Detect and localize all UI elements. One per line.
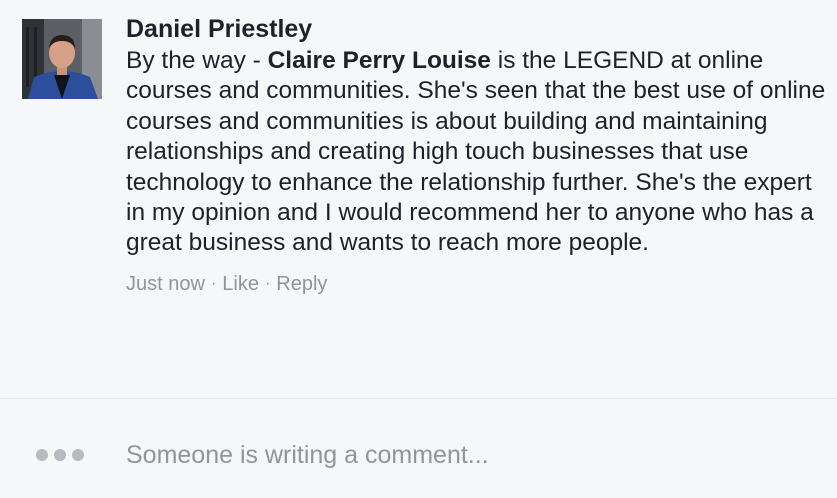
avatar[interactable] bbox=[22, 19, 102, 99]
comment-timestamp[interactable]: Just now bbox=[126, 273, 205, 295]
typing-dot bbox=[72, 449, 84, 461]
comment-text: By the way - Claire Perry Louise is the … bbox=[126, 46, 826, 259]
reply-button[interactable]: Reply bbox=[276, 273, 327, 295]
comment-text-rest: is the LEGEND at online courses and comm… bbox=[126, 47, 826, 257]
meta-separator: · bbox=[264, 274, 271, 292]
meta-separator: · bbox=[210, 274, 217, 292]
avatar-photo bbox=[22, 19, 102, 99]
comment-body: Daniel Priestley By the way - Claire Per… bbox=[126, 14, 826, 297]
comment-author[interactable]: Daniel Priestley bbox=[126, 14, 826, 44]
comment-mention[interactable]: Claire Perry Louise bbox=[268, 47, 491, 74]
comment-thread: Daniel Priestley By the way - Claire Per… bbox=[0, 0, 837, 498]
typing-dot bbox=[36, 449, 48, 461]
comment-actions: Just now · Like · Reply bbox=[126, 271, 826, 297]
typing-indicator-text: Someone is writing a comment... bbox=[126, 441, 489, 469]
typing-dot bbox=[54, 449, 66, 461]
like-button[interactable]: Like bbox=[222, 273, 259, 295]
comment: Daniel Priestley By the way - Claire Per… bbox=[0, 0, 837, 400]
comment-text-intro: By the way - bbox=[126, 47, 268, 74]
